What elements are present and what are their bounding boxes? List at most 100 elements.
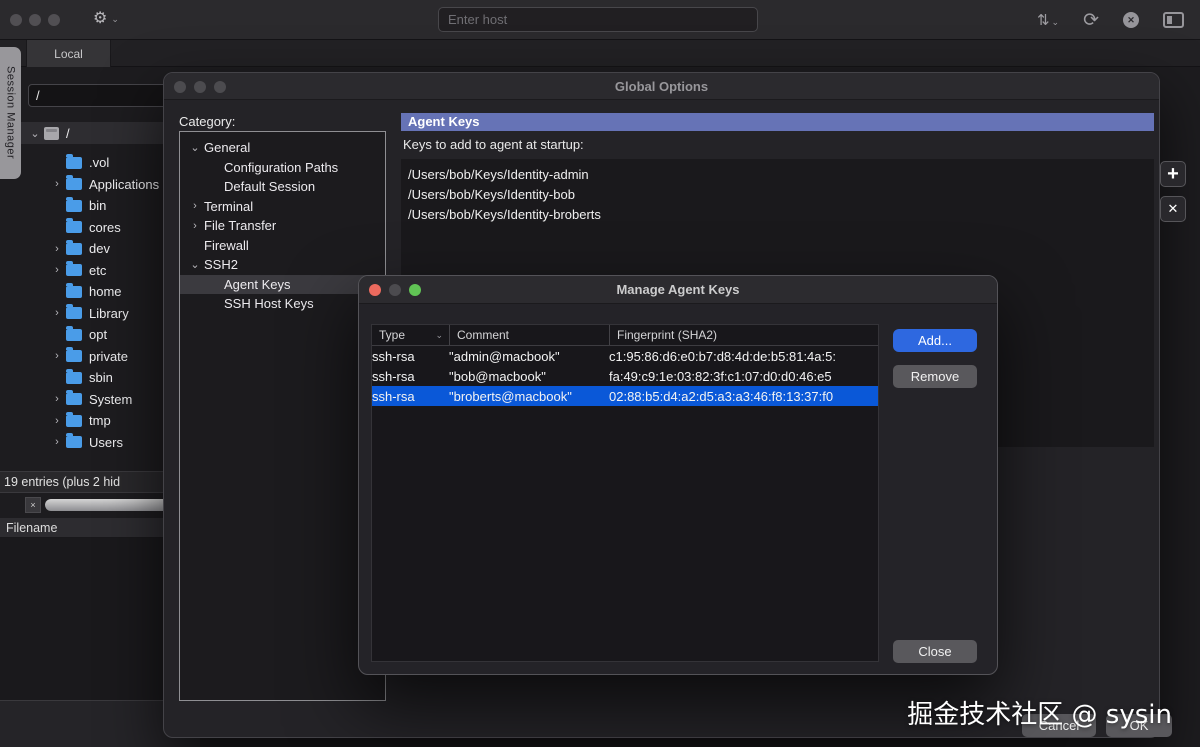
cell-type: ssh-rsa [372,349,449,364]
category-item-default-session[interactable]: Default Session [180,177,385,197]
zoom-window-button[interactable] [48,14,60,26]
category-tree: ⌄ General Configuration Paths Default Se… [180,138,385,314]
category-item-ssh-host-keys[interactable]: SSH Host Keys [180,294,385,314]
chevron-right-icon[interactable]: › [48,178,66,190]
transfer-sort-button[interactable]: ⇅ ⌄ [1037,11,1059,29]
cell-comment: "bob@macbook" [449,369,609,384]
chevron-right-icon[interactable]: › [48,264,66,276]
tree-item-label: sbin [89,370,113,385]
key-row[interactable]: ssh-rsa "bob@macbook" fa:49:c9:1e:03:82:… [372,366,878,386]
chevron-right-icon[interactable]: › [186,220,204,232]
column-header-comment[interactable]: Comment [449,325,609,345]
host-input[interactable] [438,7,758,32]
tree-item-label: opt [89,327,107,342]
zoom-dialog-button[interactable] [409,284,421,296]
column-header-label: Type [379,328,405,342]
category-item-ssh2[interactable]: ⌄ SSH2 [180,255,385,275]
disk-icon [44,127,59,140]
terminal-icon [1167,16,1172,24]
dialog-traffic-lights [174,81,226,93]
folder-icon [66,264,82,276]
cell-comment: "admin@macbook" [449,349,609,364]
agent-key-item[interactable]: /Users/bob/Keys/Identity-broberts [408,205,1147,225]
screen: ⚙ ⌄ ⇅ ⌄ ⟳ ✕ Local Session Manager ⌄ [0,0,1200,747]
remove-button[interactable]: Remove [893,365,977,388]
folder-icon [66,200,82,212]
folder-icon [66,372,82,384]
tree-item-label: tmp [89,413,111,428]
agent-key-item[interactable]: /Users/bob/Keys/Identity-bob [408,185,1147,205]
tree-item-label: dev [89,241,110,256]
folder-icon [66,157,82,169]
tab-local[interactable]: Local [26,40,111,67]
minimize-window-button[interactable] [29,14,41,26]
dialog-title: Manage Agent Keys [616,282,739,297]
gear-icon: ⚙ [93,8,107,28]
dialog-traffic-lights [369,284,421,296]
chevron-down-icon: ⌄ [111,14,119,25]
column-header-type[interactable]: Type ⌄ [372,325,449,345]
chevron-right-icon[interactable]: › [48,350,66,362]
chevron-right-icon[interactable]: › [48,307,66,319]
category-item-configuration-paths[interactable]: Configuration Paths [180,158,385,178]
category-item-label: General [204,140,250,155]
category-item-terminal[interactable]: › Terminal [180,197,385,217]
chevron-right-icon[interactable]: › [48,393,66,405]
disconnect-button[interactable]: ✕ [1123,12,1139,28]
toolbar-right-icons: ⇅ ⌄ ⟳ ✕ [1037,0,1184,40]
settings-menu-button[interactable]: ⚙ ⌄ [93,8,119,28]
zoom-dialog-button[interactable] [214,81,226,93]
close-dialog-button[interactable] [369,284,381,296]
add-key-button[interactable]: + [1160,161,1186,187]
tree-item-label: System [89,392,132,407]
category-item-label: Configuration Paths [224,160,338,175]
chevron-right-icon[interactable]: › [186,200,204,212]
chevron-down-icon[interactable]: ⌄ [186,141,204,154]
category-item-label: Agent Keys [224,277,291,292]
agent-key-item[interactable]: /Users/bob/Keys/Identity-admin [408,165,1147,185]
cell-comment: "broberts@macbook" [449,389,609,404]
chevron-down-icon[interactable]: ⌄ [435,330,443,341]
category-item-file-transfer[interactable]: › File Transfer [180,216,385,236]
close-button[interactable]: Close [893,640,977,663]
close-window-button[interactable] [10,14,22,26]
top-toolbar: ⚙ ⌄ ⇅ ⌄ ⟳ ✕ [0,0,1200,40]
filter-clear-button[interactable]: × [25,497,41,513]
refresh-button[interactable]: ⟳ [1083,9,1099,32]
close-dialog-button[interactable] [174,81,186,93]
minimize-dialog-button[interactable] [194,81,206,93]
tree-item-label: private [89,349,128,364]
chevron-down-icon[interactable]: ⌄ [26,127,44,140]
tree-item-label: bin [89,198,106,213]
key-row-selected[interactable]: ssh-rsa "broberts@macbook" 02:88:b5:d4:a… [372,386,878,406]
cell-fingerprint: c1:95:86:d6:e0:b7:d8:4d:de:b5:81:4a:5: [609,349,878,364]
minimize-dialog-button[interactable] [389,284,401,296]
manage-agent-keys-dialog: Manage Agent Keys Type ⌄ Comment Fingerp… [358,275,998,675]
watermark-text: 掘金技术社区 @ sysin [907,694,1172,731]
column-header-fingerprint[interactable]: Fingerprint (SHA2) [609,325,878,345]
cell-fingerprint: 02:88:b5:d4:a2:d5:a3:a3:46:f8:13:37:f0 [609,389,878,404]
cell-type: ssh-rsa [372,389,449,404]
tree-item-label: home [89,284,122,299]
chevron-right-icon[interactable]: › [48,243,66,255]
tree-item-label: cores [89,220,121,235]
remove-key-button[interactable]: ✕ [1160,196,1186,222]
folder-icon [66,415,82,427]
folder-icon [66,221,82,233]
terminal-button[interactable] [1163,12,1184,28]
session-manager-label: Session Manager [5,66,17,159]
chevron-right-icon[interactable]: › [48,436,66,448]
category-item-agent-keys[interactable]: Agent Keys [180,275,385,295]
dialog-title: Global Options [615,79,708,94]
session-manager-tab[interactable]: Session Manager [0,47,21,179]
folder-icon [66,329,82,341]
tree-item-label: etc [89,263,106,278]
tree-item-label: Library [89,306,129,321]
chevron-right-icon[interactable]: › [48,415,66,427]
category-item-firewall[interactable]: Firewall [180,236,385,256]
global-options-titlebar: Global Options [164,73,1159,100]
category-item-general[interactable]: ⌄ General [180,138,385,158]
chevron-down-icon[interactable]: ⌄ [186,258,204,271]
key-row[interactable]: ssh-rsa "admin@macbook" c1:95:86:d6:e0:b… [372,346,878,366]
add-button[interactable]: Add... [893,329,977,352]
